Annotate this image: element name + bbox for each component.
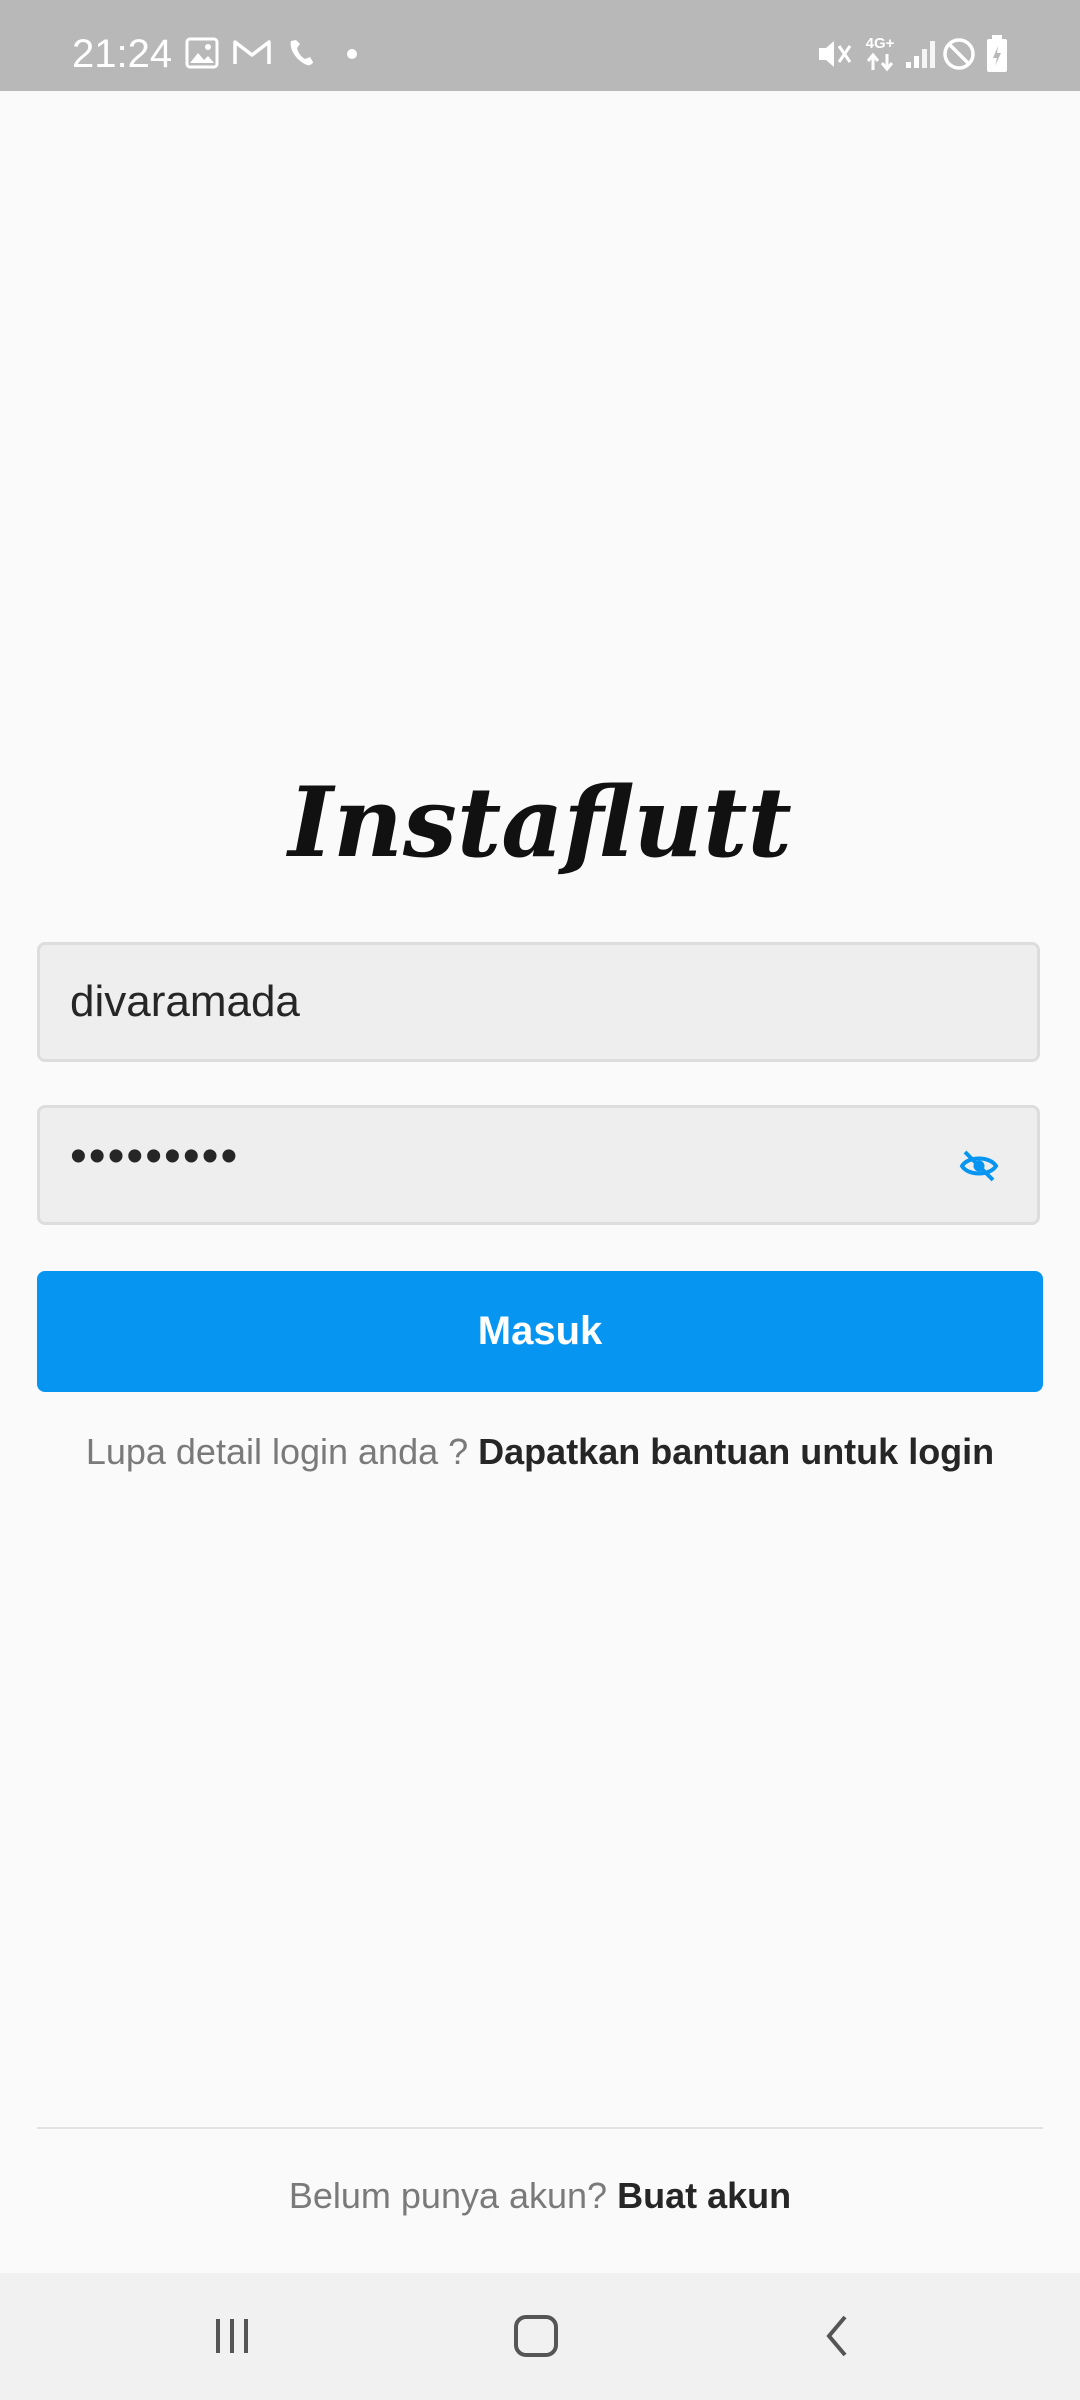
login-button[interactable]: Masuk bbox=[37, 1271, 1043, 1392]
login-help: Lupa detail login anda ? Dapatkan bantua… bbox=[0, 1428, 1080, 1476]
dot-icon bbox=[347, 49, 357, 59]
password-value: ••••••••• bbox=[70, 1130, 240, 1183]
do-not-disturb-icon bbox=[943, 38, 975, 70]
network-label: 4G+ bbox=[865, 35, 895, 52]
status-time: 21:24 bbox=[72, 32, 173, 76]
username-field[interactable]: divaramada bbox=[37, 942, 1040, 1062]
signup-link[interactable]: Buat akun bbox=[617, 2175, 791, 2216]
image-icon bbox=[185, 37, 219, 69]
username-value: divaramada bbox=[70, 977, 300, 1026]
signal-icon bbox=[906, 41, 935, 68]
divider bbox=[37, 2127, 1043, 2129]
status-bar: 21:24 4G+ bbox=[0, 0, 1080, 91]
gmail-icon bbox=[233, 40, 271, 64]
mute-icon bbox=[819, 41, 852, 67]
help-link[interactable]: Dapatkan bantuan untuk login bbox=[478, 1431, 994, 1472]
back-icon[interactable] bbox=[817, 2311, 857, 2361]
eye-off-icon[interactable] bbox=[959, 1148, 999, 1184]
battery-icon bbox=[987, 35, 1007, 72]
phone-missed-icon bbox=[290, 40, 313, 66]
signup-prompt: Belum punya akun? Buat akun bbox=[0, 2172, 1080, 2220]
signup-prefix: Belum punya akun? bbox=[288, 2175, 608, 2216]
password-field[interactable]: ••••••••• bbox=[37, 1105, 1040, 1225]
home-icon[interactable] bbox=[510, 2311, 562, 2361]
app-logo: Instaflutt bbox=[288, 766, 792, 879]
navigation-bar bbox=[0, 2273, 1080, 2400]
4g-lte-icon: 4G+ bbox=[862, 36, 898, 72]
help-prefix: Lupa detail login anda ? bbox=[85, 1431, 469, 1472]
data-arrows-icon bbox=[866, 52, 894, 72]
recent-apps-icon[interactable] bbox=[210, 2311, 254, 2361]
